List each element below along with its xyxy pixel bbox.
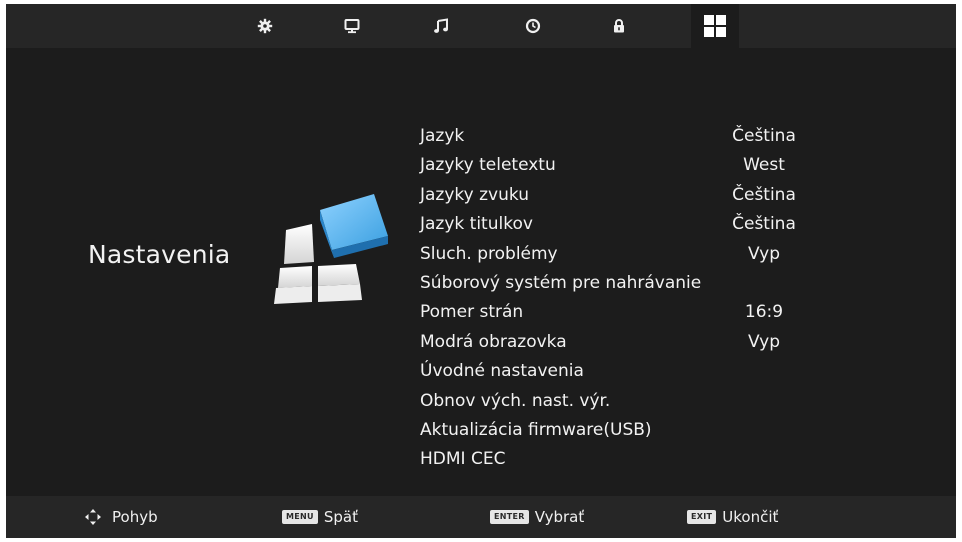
menu-item[interactable]: Súborový systém pre nahrávanie bbox=[414, 269, 834, 298]
settings-cube-logo-icon bbox=[274, 194, 388, 304]
menu-item-value: 16:9 bbox=[744, 302, 784, 323]
menu-item[interactable]: Jazyk titulkov Čeština bbox=[414, 210, 834, 239]
key-hint-bar: Pohyb MENU Späť ENTER Vybrať EXIT Ukonči… bbox=[6, 496, 956, 538]
enter-key-badge: ENTER bbox=[490, 510, 529, 524]
menu-item[interactable]: Pomer strán 16:9 bbox=[414, 298, 834, 327]
navigation-arrows-icon bbox=[85, 509, 101, 525]
hint-move-label: Pohyb bbox=[112, 508, 158, 526]
tv-settings-screen: Nastavenia Jazyk Čeština Jazyky teletextu W… bbox=[6, 4, 956, 538]
tab-lock[interactable] bbox=[595, 4, 643, 48]
tab-time[interactable] bbox=[509, 4, 557, 48]
menu-item-label: Jazyky zvuku bbox=[420, 184, 529, 205]
menu-item-label: Aktualizácia firmware(USB) bbox=[420, 419, 652, 440]
grid-icon bbox=[704, 15, 726, 37]
menu-key-badge: MENU bbox=[282, 510, 318, 524]
menu-item-label: Sluch. problémy bbox=[420, 243, 558, 264]
menu-item-value: Vyp bbox=[747, 331, 781, 352]
menu-item-value: West bbox=[743, 155, 785, 176]
menu-item[interactable]: Jazyky zvuku Čeština bbox=[414, 181, 834, 210]
menu-item[interactable]: HDMI CEC bbox=[414, 445, 834, 474]
menu-item[interactable]: Jazyky teletextu West bbox=[414, 151, 834, 180]
hint-back-label: Späť bbox=[323, 508, 358, 526]
hint-move: Pohyb bbox=[82, 496, 158, 538]
menu-item-value: Čeština bbox=[732, 126, 796, 146]
tab-picture[interactable] bbox=[328, 4, 376, 48]
page-title: Nastavenia bbox=[88, 240, 231, 269]
menu-item-value: Čeština bbox=[732, 184, 796, 205]
hint-exit: EXIT Ukončiť bbox=[687, 496, 778, 538]
hint-select: ENTER Vybrať bbox=[490, 496, 584, 538]
music-note-icon bbox=[434, 18, 448, 33]
menu-item[interactable]: Jazyk Čeština bbox=[414, 122, 834, 151]
menu-item-value: Vyp bbox=[747, 243, 781, 264]
menu-item[interactable]: Sluch. problémy Vyp bbox=[414, 240, 834, 269]
menu-item-label: Jazyky teletextu bbox=[420, 155, 556, 176]
tab-sound[interactable] bbox=[417, 4, 465, 48]
settings-menu-list: Jazyk Čeština Jazyky teletextu West Jazyky z… bbox=[414, 122, 834, 475]
menu-item-label: Obnov vých. nast. výr. bbox=[420, 390, 611, 411]
menu-item-label: Modrá obrazovka bbox=[420, 331, 567, 352]
lock-icon bbox=[614, 19, 624, 33]
menu-item[interactable]: Úvodné nastavenia bbox=[414, 357, 834, 386]
menu-item-label: Úvodné nastavenia bbox=[420, 361, 584, 382]
menu-item-label: Jazyk titulkov bbox=[420, 214, 533, 235]
tab-general-settings[interactable] bbox=[241, 4, 289, 48]
hint-back: MENU Späť bbox=[282, 496, 358, 538]
gear-icon bbox=[257, 18, 273, 34]
clock-icon bbox=[525, 18, 541, 34]
menu-item-label: Jazyk bbox=[420, 126, 465, 146]
menu-item[interactable]: Obnov vých. nast. výr. bbox=[414, 387, 834, 416]
menu-item-label: HDMI CEC bbox=[420, 449, 506, 470]
menu-item-label: Pomer strán bbox=[420, 302, 524, 323]
menu-item[interactable]: Modrá obrazovka Vyp bbox=[414, 328, 834, 357]
menu-item[interactable]: Aktualizácia firmware(USB) bbox=[414, 416, 834, 445]
hint-select-label: Vybrať bbox=[534, 508, 585, 526]
tab-settings[interactable] bbox=[691, 4, 739, 48]
hint-exit-label: Ukončiť bbox=[722, 508, 779, 526]
menu-item-value: Čeština bbox=[732, 214, 796, 235]
exit-key-badge: EXIT bbox=[687, 510, 717, 524]
monitor-icon bbox=[344, 19, 360, 34]
menu-item-label: Súborový systém pre nahrávanie bbox=[420, 272, 702, 293]
category-tab-bar bbox=[6, 4, 956, 48]
